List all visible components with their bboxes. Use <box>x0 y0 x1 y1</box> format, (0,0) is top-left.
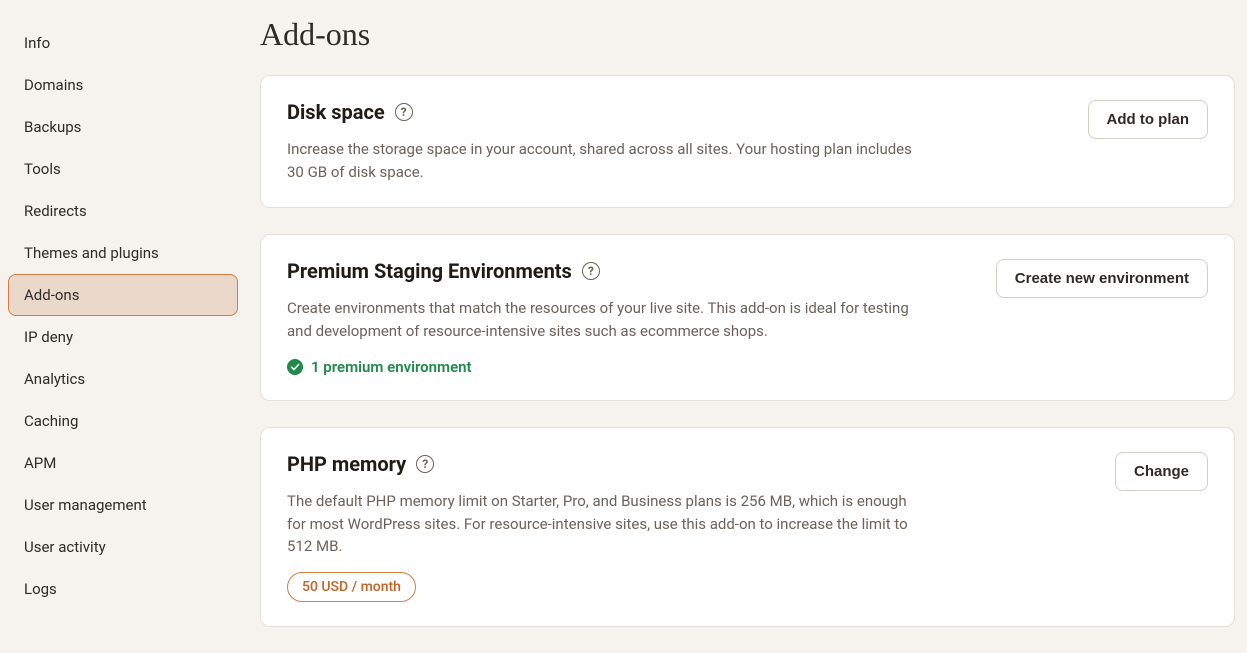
add-to-plan-button[interactable]: Add to plan <box>1088 100 1209 139</box>
card-disk-space-desc: Increase the storage space in your accou… <box>287 138 927 183</box>
sidebar-item-ip-deny[interactable]: IP deny <box>8 316 238 358</box>
sidebar-item-add-ons[interactable]: Add-ons <box>8 274 238 316</box>
sidebar-item-info[interactable]: Info <box>8 22 238 64</box>
main-content: Add-ons Disk space ? Increase the storag… <box>246 0 1247 653</box>
help-icon[interactable]: ? <box>582 262 600 280</box>
card-disk-space-title: Disk space <box>287 100 385 124</box>
sidebar-item-analytics[interactable]: Analytics <box>8 358 238 400</box>
php-memory-price-pill: 50 USD / month <box>287 572 416 602</box>
card-disk-space: Disk space ? Increase the storage space … <box>260 75 1235 208</box>
check-circle-icon <box>287 359 303 375</box>
help-icon[interactable]: ? <box>395 103 413 121</box>
create-new-environment-button[interactable]: Create new environment <box>996 259 1208 298</box>
sidebar-item-backups[interactable]: Backups <box>8 106 238 148</box>
sidebar-item-logs[interactable]: Logs <box>8 568 238 610</box>
card-premium-staging-desc: Create environments that match the resou… <box>287 297 927 342</box>
card-premium-staging-title: Premium Staging Environments <box>287 259 572 283</box>
premium-staging-status-text: 1 premium environment <box>311 358 472 376</box>
sidebar-item-apm[interactable]: APM <box>8 442 238 484</box>
page-title: Add-ons <box>260 16 1235 53</box>
sidebar-item-tools[interactable]: Tools <box>8 148 238 190</box>
sidebar-item-themes-and-plugins[interactable]: Themes and plugins <box>8 232 238 274</box>
sidebar-item-caching[interactable]: Caching <box>8 400 238 442</box>
sidebar: Info Domains Backups Tools Redirects The… <box>0 0 246 653</box>
sidebar-item-user-activity[interactable]: User activity <box>8 526 238 568</box>
premium-staging-status: 1 premium environment <box>287 358 972 376</box>
sidebar-item-user-management[interactable]: User management <box>8 484 238 526</box>
help-icon[interactable]: ? <box>416 455 434 473</box>
card-premium-staging: Premium Staging Environments ? Create en… <box>260 234 1235 401</box>
card-php-memory-desc: The default PHP memory limit on Starter,… <box>287 490 927 558</box>
card-php-memory-title: PHP memory <box>287 452 406 476</box>
change-button[interactable]: Change <box>1115 452 1208 491</box>
card-php-memory: PHP memory ? The default PHP memory limi… <box>260 427 1235 627</box>
sidebar-item-domains[interactable]: Domains <box>8 64 238 106</box>
sidebar-item-redirects[interactable]: Redirects <box>8 190 238 232</box>
